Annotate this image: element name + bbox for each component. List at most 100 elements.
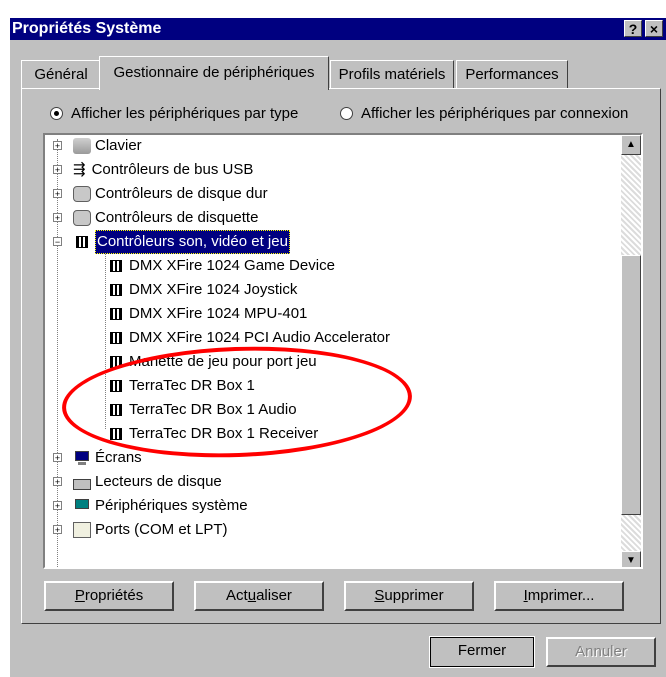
radio-unselected-icon [340, 106, 353, 120]
tree-category-floppy-controllers[interactable]: + Contrôleurs de disquette [45, 207, 258, 229]
disk-drive-icon [73, 478, 91, 490]
btn-text: aliser [256, 587, 292, 604]
device-tree[interactable]: + Clavier + ⇶ Contrôleurs de bus USB + C… [43, 133, 643, 569]
tree-label: Écrans [95, 449, 142, 466]
expand-icon[interactable]: + [53, 165, 62, 175]
tree-category-hard-disk-controllers[interactable]: + Contrôleurs de disque dur [45, 183, 268, 205]
btn-mnemonic: P [74, 587, 85, 604]
view-by-connection-label: Afficher les périphériques par connexion [361, 104, 629, 122]
device-label: TerraTec DR Box 1 Audio [129, 401, 297, 418]
game-device-icon [107, 258, 125, 274]
window-title: Propriétés Système [12, 20, 162, 37]
tree-category-ports[interactable]: + Ports (COM et LPT) [45, 519, 228, 541]
print-button[interactable]: Imprimer... [494, 581, 624, 611]
view-by-type-label: Afficher les périphériques par type [71, 104, 299, 122]
btn-text: Act [226, 587, 248, 604]
device-item[interactable]: DMX XFire 1024 MPU-401 [107, 303, 307, 325]
tree-label: Périphériques système [95, 497, 248, 514]
tree-category-disk-drives[interactable]: + Lecteurs de disque [45, 471, 222, 493]
btn-text: mprimer... [527, 587, 595, 604]
btn-mnemonic: u [247, 587, 257, 604]
refresh-button[interactable]: Actualiser [194, 581, 324, 611]
game-device-icon [107, 306, 125, 322]
tab-hardware-profiles[interactable]: Profils matériels [330, 60, 454, 88]
tab-device-manager[interactable]: Gestionnaire de périphériques [99, 56, 329, 90]
vertical-scrollbar[interactable]: ▲ ▼ [621, 135, 641, 567]
device-label: TerraTec DR Box 1 Receiver [129, 425, 319, 442]
port-icon [73, 522, 91, 538]
device-label: DMX XFire 1024 Game Device [129, 257, 335, 274]
game-device-icon [107, 354, 125, 370]
remove-button[interactable]: Supprimer [344, 581, 474, 611]
game-device-icon [107, 426, 125, 442]
system-device-icon [73, 498, 91, 514]
tree-category-keyboard[interactable]: + Clavier [45, 135, 142, 157]
expand-icon[interactable]: + [53, 525, 62, 535]
device-label: TerraTec DR Box 1 [129, 377, 255, 394]
device-item[interactable]: TerraTec DR Box 1 Receiver [107, 423, 318, 445]
disk-controller-icon [73, 186, 91, 202]
device-item[interactable]: DMX XFire 1024 PCI Audio Accelerator [107, 327, 390, 349]
device-label: Manette de jeu pour port jeu [129, 353, 317, 370]
scroll-thumb[interactable] [621, 255, 641, 515]
device-item[interactable]: Manette de jeu pour port jeu [107, 351, 317, 373]
expand-icon[interactable]: + [53, 213, 62, 223]
title-bar[interactable]: Propriétés Système ? × [0, 0, 666, 40]
tree-category-monitors[interactable]: + Écrans [45, 447, 142, 469]
tree-label: Clavier [95, 137, 142, 154]
tree-category-system-devices[interactable]: + Périphériques système [45, 495, 248, 517]
help-button[interactable]: ? [624, 20, 642, 37]
tree-label: Contrôleurs de bus USB [91, 161, 254, 178]
tab-device-manager-label: Gestionnaire de périphériques [113, 64, 315, 81]
tree-label: Contrôleurs de disque dur [95, 185, 268, 202]
keyboard-icon [73, 138, 91, 154]
close-button[interactable]: Fermer [429, 636, 535, 668]
tab-hardware-profiles-label: Profils matériels [338, 66, 446, 83]
tree-label: Ports (COM et LPT) [95, 521, 228, 538]
system-properties-window: Propriétés Système ? × Général Gestionna… [0, 0, 666, 677]
device-label: DMX XFire 1024 MPU-401 [129, 305, 308, 322]
tab-performance[interactable]: Performances [456, 60, 568, 88]
tree-label-selected: Contrôleurs son, vidéo et jeu [95, 230, 290, 254]
left-margin [0, 40, 10, 677]
scroll-down-button[interactable]: ▼ [621, 551, 641, 567]
cancel-button: Annuler [546, 637, 656, 667]
device-item[interactable]: TerraTec DR Box 1 Audio [107, 399, 297, 421]
tab-general[interactable]: Général [21, 60, 101, 88]
tree-category-usb[interactable]: + ⇶ Contrôleurs de bus USB [45, 159, 253, 181]
expand-icon[interactable]: + [53, 189, 62, 199]
view-by-type-radio[interactable]: Afficher les périphériques par type [50, 103, 298, 123]
expand-icon[interactable]: + [53, 453, 62, 463]
tab-performance-label: Performances [465, 66, 559, 83]
device-item[interactable]: DMX XFire 1024 Game Device [107, 255, 335, 277]
device-item[interactable]: DMX XFire 1024 Joystick [107, 279, 297, 301]
expand-icon[interactable]: + [53, 141, 62, 151]
usb-icon: ⇶ [73, 161, 86, 178]
scroll-up-button[interactable]: ▲ [621, 135, 641, 155]
collapse-icon[interactable]: − [53, 237, 62, 247]
sound-video-game-icon [73, 234, 91, 250]
btn-mnemonic: S [374, 587, 385, 604]
close-button-label: Fermer [457, 642, 507, 659]
game-device-icon [107, 282, 125, 298]
device-label: DMX XFire 1024 PCI Audio Accelerator [129, 329, 390, 346]
game-device-icon [107, 378, 125, 394]
game-device-icon [107, 330, 125, 346]
tab-general-label: Général [34, 66, 88, 83]
floppy-controller-icon [73, 210, 91, 226]
properties-button[interactable]: Propriétés [44, 581, 174, 611]
expand-icon[interactable]: + [53, 501, 62, 511]
tree-category-sound-video-game[interactable]: − Contrôleurs son, vidéo et jeu [45, 230, 290, 254]
tree-label: Lecteurs de disque [95, 473, 222, 490]
device-label: DMX XFire 1024 Joystick [129, 281, 298, 298]
expand-icon[interactable]: + [53, 477, 62, 487]
tree-line [105, 239, 106, 429]
device-item[interactable]: TerraTec DR Box 1 [107, 375, 255, 397]
view-by-connection-radio[interactable]: Afficher les périphériques par connexion [340, 103, 628, 123]
cancel-button-label: Annuler [575, 643, 627, 660]
dialog-client: Général Gestionnaire de périphériques Pr… [10, 40, 666, 677]
device-manager-panel: Afficher les périphériques par type Affi… [21, 88, 661, 624]
btn-text: ropriétés [84, 587, 144, 604]
close-window-button[interactable]: × [645, 20, 663, 37]
radio-selected-icon [50, 106, 63, 120]
